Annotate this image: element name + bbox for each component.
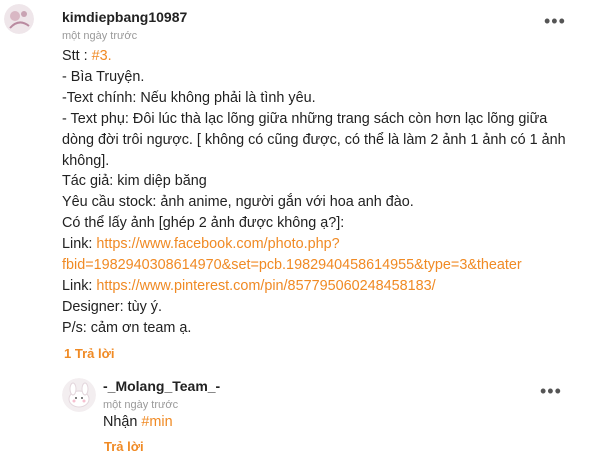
ps-line: P/s: cảm ơn team ạ. — [62, 319, 192, 336]
comment-line: Có thể lấy ảnh [ghép 2 ảnh được không ạ?… — [62, 215, 345, 232]
comment-username[interactable]: kimdiepbang10987 — [62, 9, 187, 25]
link-label: Link: — [62, 277, 97, 294]
comment-line: Tác giả: kim diệp băng — [62, 173, 207, 190]
pinterest-link[interactable]: https://www.pinterest.com/pin/8577950602… — [96, 278, 435, 294]
stt-label: Stt : — [62, 48, 92, 64]
comment-line: -Text chính: Nếu không phải là tình yêu. — [62, 89, 316, 106]
stt-line: Stt : #3. — [62, 46, 582, 67]
facebook-link-line: Link: https://www.facebook.com/photo.php… — [62, 234, 582, 255]
more-options-icon[interactable]: ••• — [544, 12, 566, 30]
stt-hashtag-link[interactable]: #3. — [92, 48, 112, 64]
reply-hashtag-link[interactable]: #min — [141, 414, 172, 430]
comment-line: Yêu cầu stock: ảnh anime, người gắn với … — [62, 194, 414, 211]
reply-text: Nhận — [103, 414, 142, 430]
facebook-link-line-2: fbid=1982940308614970&set=pcb.1982940458… — [62, 255, 582, 276]
reply-more-options-icon[interactable]: ••• — [540, 382, 562, 400]
reply-username[interactable]: -_Molang_Team_- — [103, 378, 220, 394]
reply-body: Nhận #min — [103, 414, 173, 430]
comment-body: Stt : #3. - Bìa Truyện. -Text chính: Nếu… — [62, 46, 582, 339]
comment-time: một ngày trước — [62, 30, 138, 42]
designer-line: Designer: tùy ý. — [62, 298, 162, 315]
comment-line: dòng đời trôi ngược. [ không có cũng đượ… — [62, 131, 566, 148]
link-label: Link: — [62, 236, 97, 253]
comment-line: - Bìa Truyện. — [62, 68, 145, 85]
comment-line: - Text phụ: Đôi lúc thà lạc lõng giữa nh… — [62, 110, 548, 127]
avatar-molang-team[interactable] — [62, 378, 96, 412]
avatar-kimdiepbang[interactable] — [4, 4, 34, 34]
comment-line: không]. — [62, 152, 110, 169]
facebook-link[interactable]: https://www.facebook.com/photo.php? — [96, 236, 339, 252]
reply-count-link[interactable]: 1 Trả lời — [64, 346, 114, 361]
reply-time: một ngày trước — [103, 399, 179, 411]
pinterest-link-line: Link: https://www.pinterest.com/pin/8577… — [62, 276, 582, 297]
facebook-link-continued[interactable]: fbid=1982940308614970&set=pcb.1982940458… — [62, 257, 522, 273]
